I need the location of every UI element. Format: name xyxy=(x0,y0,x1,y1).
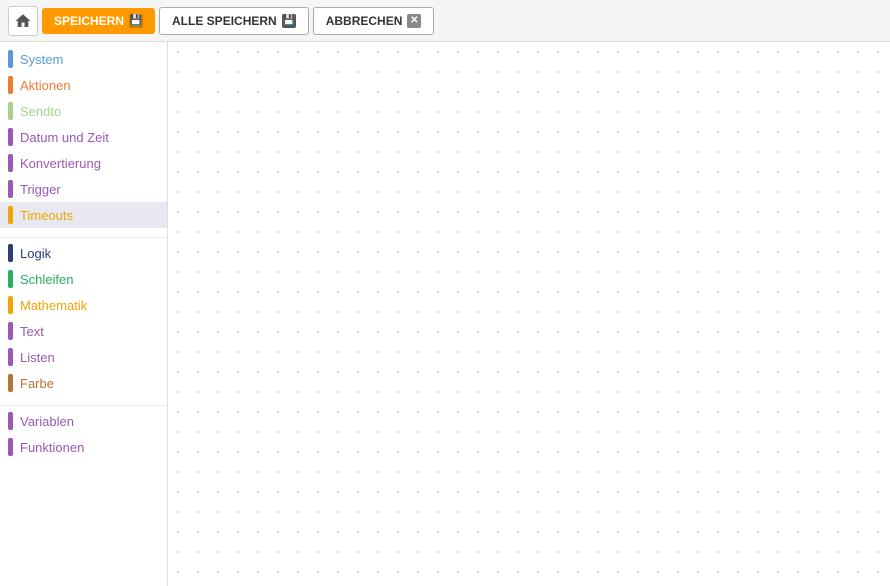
color-bar-timeouts xyxy=(8,206,13,224)
sidebar-item-funktionen[interactable]: Funktionen xyxy=(0,434,167,460)
sidebar-label-konvertierung: Konvertierung xyxy=(20,156,101,171)
save-all-label: ALLE SPEICHERN xyxy=(172,14,277,28)
color-bar-schleifen xyxy=(8,270,13,288)
sidebar-label-sendto: Sendto xyxy=(20,104,61,119)
sidebar-item-listen[interactable]: Listen xyxy=(0,344,167,370)
sidebar-item-datum[interactable]: Datum und Zeit xyxy=(0,124,167,150)
sidebar-item-sendto[interactable]: Sendto xyxy=(0,98,167,124)
sidebar-item-text[interactable]: Text xyxy=(0,318,167,344)
sidebar-label-funktionen: Funktionen xyxy=(20,440,84,455)
sidebar-separator-1 xyxy=(0,396,167,406)
sidebar-label-schleifen: Schleifen xyxy=(20,272,73,287)
sidebar-item-mathematik[interactable]: Mathematik xyxy=(0,292,167,318)
home-icon[interactable] xyxy=(8,6,38,36)
color-bar-text xyxy=(8,322,13,340)
save-icon: 💾 xyxy=(129,14,143,28)
sidebar-label-listen: Listen xyxy=(20,350,55,365)
sidebar-separator-0 xyxy=(0,228,167,238)
save-all-icon: 💾 xyxy=(282,14,296,28)
sidebar-item-logik[interactable]: Logik xyxy=(0,240,167,266)
sidebar-label-text: Text xyxy=(20,324,44,339)
cancel-label: ABBRECHEN xyxy=(326,14,403,28)
sidebar-item-timeouts[interactable]: Timeouts xyxy=(0,202,167,228)
cancel-button[interactable]: ABBRECHEN ✕ xyxy=(313,7,435,35)
color-bar-aktionen xyxy=(8,76,13,94)
color-bar-logik xyxy=(8,244,13,262)
sidebar-item-variablen[interactable]: Variablen xyxy=(0,408,167,434)
sidebar-label-logik: Logik xyxy=(20,246,51,261)
color-bar-system xyxy=(8,50,13,68)
sidebar-item-system[interactable]: System xyxy=(0,46,167,72)
color-bar-sendto xyxy=(8,102,13,120)
color-bar-farbe xyxy=(8,374,13,392)
color-bar-funktionen xyxy=(8,438,13,456)
canvas-area[interactable] xyxy=(168,42,890,586)
color-bar-datum xyxy=(8,128,13,146)
sidebar-label-mathematik: Mathematik xyxy=(20,298,87,313)
sidebar-label-datum: Datum und Zeit xyxy=(20,130,109,145)
sidebar-label-trigger: Trigger xyxy=(20,182,61,197)
sidebar-label-timeouts: Timeouts xyxy=(20,208,73,223)
color-bar-listen xyxy=(8,348,13,366)
sidebar-label-variablen: Variablen xyxy=(20,414,74,429)
save-label: SPEICHERN xyxy=(54,14,124,28)
color-bar-variablen xyxy=(8,412,13,430)
save-all-button[interactable]: ALLE SPEICHERN 💾 xyxy=(159,7,309,35)
save-button[interactable]: SPEICHERN 💾 xyxy=(42,8,155,34)
sidebar-item-aktionen[interactable]: Aktionen xyxy=(0,72,167,98)
sidebar-label-farbe: Farbe xyxy=(20,376,54,391)
color-bar-konvertierung xyxy=(8,154,13,172)
sidebar-item-schleifen[interactable]: Schleifen xyxy=(0,266,167,292)
color-bar-mathematik xyxy=(8,296,13,314)
color-bar-trigger xyxy=(8,180,13,198)
sidebar-label-system: System xyxy=(20,52,63,67)
sidebar-item-trigger[interactable]: Trigger xyxy=(0,176,167,202)
cancel-icon: ✕ xyxy=(407,14,421,28)
sidebar: System Aktionen Sendto Datum und Zeit Konver… xyxy=(0,42,168,586)
toolbar: SPEICHERN 💾 ALLE SPEICHERN 💾 ABBRECHEN ✕ xyxy=(0,0,890,42)
sidebar-label-aktionen: Aktionen xyxy=(20,78,71,93)
sidebar-item-farbe[interactable]: Farbe xyxy=(0,370,167,396)
main-layout: System Aktionen Sendto Datum und Zeit Konver… xyxy=(0,42,890,586)
sidebar-item-konvertierung[interactable]: Konvertierung xyxy=(0,150,167,176)
